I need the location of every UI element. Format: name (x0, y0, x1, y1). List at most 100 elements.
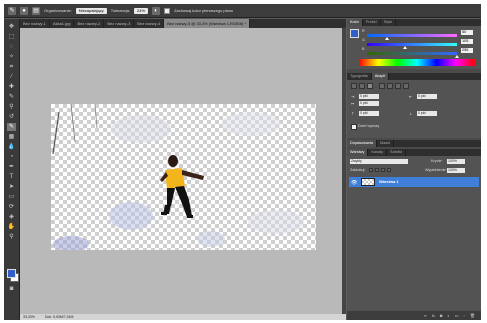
color-spectrum-ramp[interactable] (359, 59, 475, 66)
tab-document-1[interactable]: Bez nazwy-1 (20, 19, 50, 28)
tab-adjustments[interactable]: Dopasowania (347, 140, 378, 147)
brush-size-icon[interactable]: ● (20, 6, 28, 15)
history-brush-tool-icon[interactable]: ↺ (7, 113, 16, 121)
layer-style-icon[interactable]: fx (432, 313, 435, 318)
tab-document-2[interactable]: Akka1.jpg (50, 19, 75, 28)
space-after-input[interactable]: 0 pkt (417, 111, 437, 116)
background-residue (111, 115, 171, 143)
space-before-icon: ⇡ (351, 112, 355, 116)
channel-r-value[interactable]: 50 (461, 30, 473, 35)
tab-masks[interactable]: Maski (377, 140, 394, 147)
3d-rotate-tool-icon[interactable]: ⟳ (7, 203, 16, 211)
eyedropper-tool-icon[interactable]: ⁄ (7, 73, 16, 81)
photoshop-window: ✎ ● ▤ Organizowanie: Niezapalający Toler… (4, 4, 481, 320)
color-foreground-swatch[interactable] (350, 29, 359, 38)
hand-tool-icon[interactable]: ✋ (7, 223, 16, 231)
hyphenate-checkbox[interactable] (351, 124, 357, 130)
tab-document-5[interactable]: Bez nazwy-4 (134, 19, 165, 28)
channel-b-slider[interactable] (367, 52, 459, 58)
pen-tool-icon[interactable]: ✒ (7, 163, 16, 171)
lasso-tool-icon[interactable]: ◌ (7, 43, 16, 51)
paragraph-panel: ⇥ 0 pkt ⇤ 0 pkt ↦ 0 pkt ⇡ 0 pkt ⇣ 0 pkt … (347, 80, 481, 138)
indent-left-input[interactable]: 0 pkt (359, 94, 379, 99)
fill-input[interactable]: 100% (447, 168, 465, 173)
brush-tool-icon[interactable]: ✎ (7, 93, 16, 101)
type-tool-icon[interactable]: T (7, 173, 16, 181)
blur-tool-icon[interactable]: 💧 (7, 143, 16, 151)
channel-r-slider[interactable] (367, 34, 457, 40)
lock-transparency-icon[interactable] (369, 168, 373, 172)
protect-foreground-checkbox[interactable] (164, 7, 171, 14)
space-before-input[interactable]: 0 pkt (359, 111, 379, 116)
lock-all-icon[interactable] (387, 168, 391, 172)
align-right-icon[interactable] (367, 83, 373, 89)
toggle-brush-panel-icon[interactable]: ▤ (32, 6, 40, 15)
lock-pixels-icon[interactable] (375, 168, 379, 172)
tab-channels[interactable]: Kanały (368, 149, 388, 156)
opacity-input[interactable]: 100% (447, 159, 465, 164)
channel-g-value[interactable]: 105 (461, 39, 473, 44)
layer-visibility-eye-icon[interactable]: 👁 (351, 180, 357, 186)
justify-last-center-icon[interactable] (387, 83, 393, 89)
tab-document-3[interactable]: Bez nazwy-2 (74, 19, 105, 28)
tab-paragraph[interactable]: Akapit (371, 73, 390, 80)
add-mask-icon[interactable]: ◙ (440, 313, 442, 318)
gradient-tool-icon[interactable]: ▦ (7, 133, 16, 141)
delete-layer-icon[interactable]: 🗑 (470, 313, 475, 318)
color-replacement-tool-icon[interactable]: ✎ (7, 123, 16, 131)
vertical-scrollbar[interactable] (342, 28, 346, 314)
shape-tool-icon[interactable]: ▭ (7, 193, 16, 201)
layer-name[interactable]: Warstwa 1 (379, 179, 399, 184)
tolerance-input[interactable]: 24% (134, 7, 149, 14)
foreground-color-swatch[interactable] (7, 269, 16, 278)
new-group-icon[interactable]: ▭ (455, 313, 459, 318)
channel-g-slider[interactable] (367, 43, 457, 49)
marquee-tool-icon[interactable]: ⬚ (7, 33, 16, 41)
crop-tool-icon[interactable]: ⌗ (7, 63, 16, 71)
tab-paths[interactable]: Ścieżki (387, 149, 407, 156)
tablet-pressure-icon[interactable]: ◐ (152, 6, 161, 15)
sample-select[interactable]: Niezapalający (75, 7, 107, 14)
quick-selection-tool-icon[interactable]: ✧ (7, 53, 16, 61)
slider-thumb[interactable] (403, 46, 408, 49)
document-workspace[interactable] (20, 28, 342, 314)
3d-camera-tool-icon[interactable]: ◈ (7, 213, 16, 221)
align-left-icon[interactable] (351, 83, 357, 89)
adjustment-layer-icon[interactable]: ◐ (447, 313, 449, 318)
slider-thumb[interactable] (455, 55, 459, 58)
lock-position-icon[interactable] (381, 168, 385, 172)
first-line-indent-input[interactable]: 0 pkt (359, 101, 379, 106)
zoom-tool-icon[interactable]: ⚲ (7, 233, 16, 241)
new-layer-icon[interactable]: ▫ (464, 313, 465, 318)
document-tabs: Bez nazwy-1 Akka1.jpg Bez nazwy-2 Bez na… (20, 19, 346, 28)
blend-mode-select[interactable]: Zwykły (350, 159, 408, 164)
zoom-level[interactable]: 33,33% (23, 315, 35, 319)
move-tool-icon[interactable]: ✥ (7, 23, 16, 31)
image-canvas[interactable] (51, 104, 316, 250)
align-center-icon[interactable] (359, 83, 365, 89)
justify-last-left-icon[interactable] (379, 83, 385, 89)
healing-brush-tool-icon[interactable]: ✚ (7, 83, 16, 91)
tab-document-active[interactable]: Bez nazwy-5 @ 33,3% (Warstwa 1,RGB/8) * (164, 19, 251, 28)
tab-styles[interactable]: Style (381, 19, 397, 26)
document-size: Dok: 5,93M/7,91M (44, 315, 74, 319)
tab-document-4[interactable]: Bez nazwy-3 (104, 19, 135, 28)
background-residue (221, 112, 281, 136)
link-layers-icon[interactable]: ∞ (424, 313, 427, 318)
justify-last-right-icon[interactable] (395, 83, 401, 89)
brush-tool-preset-icon[interactable]: ✎ (8, 6, 16, 15)
tab-color[interactable]: Kolor (347, 19, 363, 26)
tab-layers[interactable]: Warstwy (347, 149, 369, 156)
dodge-tool-icon[interactable]: ◔ (7, 153, 16, 161)
tab-character[interactable]: Typografia (347, 73, 372, 80)
slider-thumb[interactable] (384, 37, 389, 40)
layer-row[interactable]: 👁 Warstwa 1 (349, 177, 479, 187)
clone-stamp-tool-icon[interactable]: ⚲ (7, 103, 16, 111)
path-selection-tool-icon[interactable]: ➤ (7, 183, 16, 191)
indent-right-input[interactable]: 0 pkt (417, 94, 437, 99)
justify-all-icon[interactable] (403, 83, 409, 89)
quick-mask-icon[interactable]: ◙ (7, 285, 16, 293)
channel-b-value[interactable]: 255 (461, 48, 473, 53)
tab-swatches[interactable]: Próbki (363, 19, 381, 26)
opacity-label: Krycie: (431, 159, 443, 163)
